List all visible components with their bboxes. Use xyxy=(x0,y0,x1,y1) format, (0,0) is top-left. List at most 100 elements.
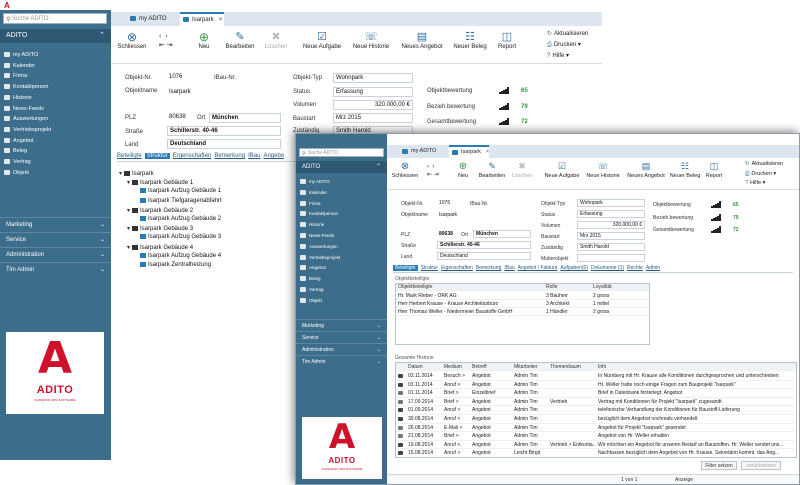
table-row[interactable]: 15.08.2014 Anruf > Angebot Leicht Birgit Nac… xyxy=(396,449,796,457)
column-header[interactable]: Themenbaum xyxy=(550,363,597,371)
objnr-field[interactable]: 1076 xyxy=(167,73,207,83)
back-new-task-button[interactable]: ☑ Neue Aufgabe xyxy=(301,30,343,50)
sidebar-item[interactable]: Kalender xyxy=(300,189,387,195)
front-delete-button[interactable]: ✖ Löschen xyxy=(509,161,535,179)
form-tab[interactable]: Bemerkung xyxy=(476,265,502,271)
sidebar-item[interactable]: Angebot xyxy=(300,265,387,271)
sidebar-item[interactable]: Beleg xyxy=(300,276,387,282)
sidebar-item[interactable]: Firma xyxy=(4,73,111,79)
zust-field[interactable]: Smith Harold xyxy=(577,243,645,251)
beteiligte-table[interactable]: Objektbeteiligte Rolle Loyalität Hr. Mark R… xyxy=(395,283,650,345)
front-new-doc-button[interactable]: ☷ Neuer Beleg xyxy=(669,161,701,179)
tree-node[interactable]: Isarpark Aufzug Gebäude 2 xyxy=(135,216,221,222)
sidebar-item[interactable]: Objekt xyxy=(4,169,111,176)
plz-field[interactable]: 80638 xyxy=(167,113,193,123)
sidebar-item[interactable]: Vertrag xyxy=(4,159,111,165)
typ-field[interactable]: Wohnpark xyxy=(577,199,645,207)
front-tab-isarpark[interactable]: Isarpark × xyxy=(449,145,489,158)
table-row[interactable]: 21.08.2014 Brief > Angebot Admin Tim Angebot… xyxy=(396,432,796,441)
str-field[interactable]: Schillerstr. 40-46 xyxy=(437,241,531,249)
front-refresh-button[interactable]: ↻ Aktualisieren xyxy=(745,161,783,167)
column-header[interactable]: Datum xyxy=(408,363,443,371)
filter-button[interactable]: Filter setzen xyxy=(701,461,737,470)
sidebar-item[interactable]: Kalender xyxy=(4,62,111,69)
name-field[interactable]: Isarpark xyxy=(167,88,280,98)
historie-table[interactable]: Datum Medium Betreff Mitarbeiter Themenbaum I… xyxy=(395,362,797,458)
ort-field[interactable]: München xyxy=(209,113,281,123)
form-tab[interactable]: Eigenschaften xyxy=(441,265,473,271)
column-header[interactable]: Info xyxy=(598,363,796,371)
sidebar-item[interactable]: Vertriebsprojekt xyxy=(300,254,387,260)
form-tab[interactable]: Beteiligte xyxy=(393,265,418,271)
status-field[interactable]: Erfassung xyxy=(577,210,645,218)
back-close-button[interactable]: ⊗ Schliessen xyxy=(117,30,147,50)
column-header[interactable]: Betreff xyxy=(472,363,513,371)
sidebar-category[interactable]: Service ⌄ xyxy=(296,331,387,343)
table-row[interactable]: Herr Herbert Krause - Krause Architektur… xyxy=(396,300,649,308)
sidebar-category[interactable]: Marketing ⌄ xyxy=(296,319,387,331)
sidebar-category[interactable]: Tim Admin ⌄ xyxy=(296,355,387,367)
form-tab[interactable]: Struktur xyxy=(421,265,439,271)
form-tab[interactable]: Struktur xyxy=(144,153,170,159)
form-tab[interactable]: Angebo xyxy=(263,153,284,159)
form-tab[interactable]: Beteiligte xyxy=(117,153,142,159)
form-tab[interactable]: Admin xyxy=(646,265,660,271)
front-tab-home[interactable]: my ADITO xyxy=(399,145,454,158)
sidebar-item[interactable]: Beleg xyxy=(4,148,111,154)
sidebar-item[interactable]: my ADITO xyxy=(300,179,387,184)
reset-button[interactable]: zurücksetzen xyxy=(741,461,781,470)
vol-field[interactable]: 320.000,00 € xyxy=(577,221,645,229)
sidebar-item[interactable]: Objekt xyxy=(300,297,387,303)
tree-node[interactable]: Isarpark Zentralheizung xyxy=(135,262,211,268)
sidebar-item[interactable]: Historie xyxy=(4,94,111,101)
name-field[interactable]: Isarpark xyxy=(437,212,527,220)
front-help-button[interactable]: ? Hilfe ▾ xyxy=(745,180,765,186)
sidebar-item[interactable]: my ADITO xyxy=(4,52,111,58)
form-tab[interactable]: Angebot / Faktura xyxy=(518,265,558,271)
column-header[interactable]: Medium xyxy=(444,363,471,371)
sidebar-category[interactable]: Administration ⌄ xyxy=(0,247,111,262)
sidebar-item[interactable]: Historie xyxy=(300,222,387,228)
back-print-button[interactable]: ⎙ Drucken ▾ xyxy=(547,41,581,49)
column-header[interactable]: Mitarbeiter xyxy=(514,363,549,371)
column-header[interactable]: Loyalität xyxy=(593,284,648,291)
sidebar-category[interactable]: Tim Admin ⌄ xyxy=(0,262,111,277)
front-new-button[interactable]: ⊕ Neu xyxy=(453,161,473,179)
ort-field[interactable]: München xyxy=(473,230,531,238)
front-new-offer-button[interactable]: ▤ Neues Angebot xyxy=(627,161,665,179)
table-row[interactable]: 26.08.2014 E-Mail > Angebot Admin Tim Angebo… xyxy=(396,424,796,433)
back-search-input[interactable]: ⚲ Suche ADITO xyxy=(3,13,107,24)
back-nav-arrows[interactable]: ‹ › ⇤ ⇥ xyxy=(159,32,173,50)
table-row[interactable]: 03.11.2014 Besuch > Angebot Admin Tim In Nür… xyxy=(396,372,796,381)
front-edit-button[interactable]: ✎ Bearbeiten xyxy=(477,161,507,179)
start-field[interactable]: Mrz 2015 xyxy=(333,113,413,123)
sidebar-item[interactable]: Kontaktperson xyxy=(300,211,387,217)
front-search-input[interactable]: ⚲ Suche ADITO xyxy=(299,148,384,157)
back-edit-button[interactable]: ✎ Bearbeiten xyxy=(223,30,257,50)
back-help-button[interactable]: ? Hilfe ▾ xyxy=(547,52,569,59)
back-tab-home[interactable]: my ADITO xyxy=(127,12,187,26)
table-row[interactable]: Herr Thomas Weller - Niedermeier Baustof… xyxy=(396,308,649,316)
tree-node[interactable]: Isarpark Aufzug Gebäude 1 xyxy=(135,188,221,194)
front-close-button[interactable]: ⊗ Schliessen xyxy=(391,161,419,179)
objnr-field[interactable]: 1076 xyxy=(437,200,467,208)
front-nav-arrows[interactable]: ‹ › ⇤ ⇥ xyxy=(427,163,439,179)
tree-node[interactable]: ▾ Isarpark Gebäude 1 xyxy=(127,179,193,186)
back-section-adito[interactable]: ADITO ⌃ xyxy=(0,29,111,43)
table-row[interactable]: 01.11.2014 Brief > Einzelbrief Admin Tim Bri… xyxy=(396,389,796,398)
form-tab[interactable]: Aufgaben(0) xyxy=(560,265,588,271)
tree-node[interactable]: ▾ Isarpark Gebäude 2 xyxy=(127,207,193,214)
sidebar-category[interactable]: Administration ⌄ xyxy=(296,343,387,355)
form-tab[interactable]: Bemerkung xyxy=(214,153,245,159)
sidebar-item[interactable]: Vertrag xyxy=(300,287,387,292)
column-header[interactable]: Rolle xyxy=(546,284,591,291)
back-refresh-button[interactable]: ↻ Aktualisieren xyxy=(547,30,588,37)
tree-node[interactable]: Isarpark Tiefgaragenabfahrt xyxy=(135,197,222,204)
sidebar-item[interactable]: Angebot xyxy=(4,137,111,144)
front-new-history-button[interactable]: ☏ Neue Historie xyxy=(585,161,621,179)
mutter-field[interactable] xyxy=(577,254,645,262)
close-icon[interactable]: × xyxy=(486,149,489,155)
close-icon[interactable]: × xyxy=(219,17,223,23)
table-row[interactable]: 19.08.2014 Anruf < Angebot Admin Tim Vertrie… xyxy=(396,441,796,450)
column-header[interactable]: Objektbeteiligte xyxy=(398,284,544,291)
